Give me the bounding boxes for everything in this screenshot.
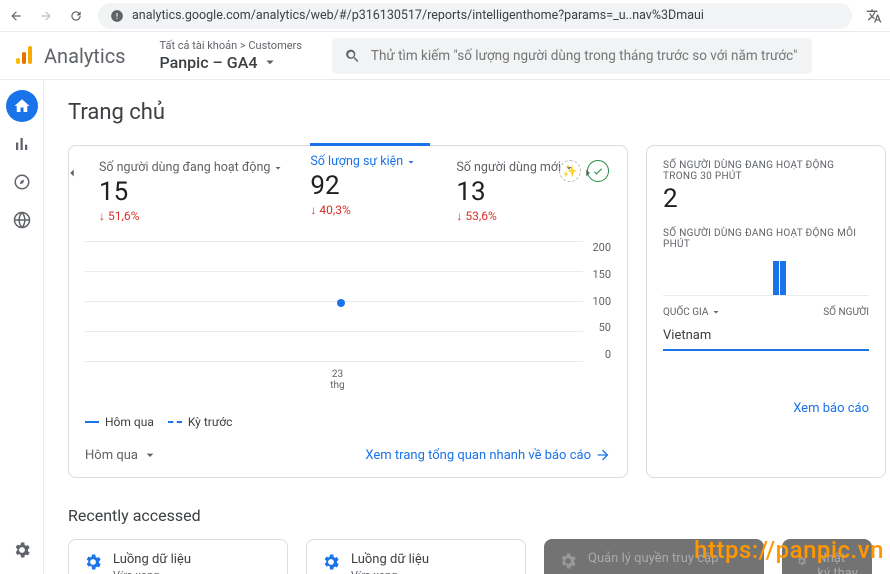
realtime-bar-chart	[663, 256, 869, 296]
gear-icon	[558, 551, 578, 571]
metric-active-users[interactable]: Số người dùng đang hoạt động 15 ↓ 51,6%	[99, 160, 284, 223]
forward-button[interactable]	[38, 8, 54, 24]
date-range-selector[interactable]: Hôm qua	[85, 447, 158, 463]
nav-explore[interactable]	[6, 166, 38, 198]
chart-legend: Hôm qua Kỳ trước	[85, 415, 611, 429]
search-bar[interactable]	[332, 38, 812, 74]
nav-home[interactable]	[6, 90, 38, 122]
recent-card[interactable]: Luồng dữ liệuVừa xong	[306, 539, 526, 574]
arrow-right-icon	[595, 447, 611, 463]
nav-admin[interactable]	[6, 534, 38, 566]
recently-accessed-title: Recently accessed	[68, 506, 890, 525]
realtime-card: SỐ NGƯỜI DÙNG ĐANG HOẠT ĐỘNG TRONG 30 PH…	[646, 145, 886, 478]
metrics-prev[interactable]	[63, 164, 81, 182]
site-info-icon	[110, 9, 124, 23]
address-bar[interactable]: analytics.google.com/analytics/web/#/p31…	[98, 3, 852, 29]
chevron-down-icon	[272, 162, 284, 174]
url-text: analytics.google.com/analytics/web/#/p31…	[132, 8, 704, 23]
app-header: Analytics Tất cả tài khoản > Customers P…	[0, 32, 890, 80]
translate-icon[interactable]	[866, 8, 882, 24]
realtime-view-link[interactable]: Xem báo cáo	[663, 401, 869, 416]
watermark-text: https://panpic.vn	[694, 536, 890, 564]
analytics-logo[interactable]: Analytics	[12, 44, 126, 68]
view-report-link[interactable]: Xem trang tổng quan nhanh về báo cáo	[365, 447, 611, 463]
account-breadcrumb: Tất cả tài khoản > Customers	[160, 39, 302, 52]
country-column[interactable]: QUỐC GIA	[663, 306, 722, 318]
browser-toolbar: analytics.google.com/analytics/web/#/p31…	[0, 0, 890, 32]
status-ok-icon[interactable]	[587, 160, 609, 182]
nav-reports[interactable]	[6, 128, 38, 160]
page-title: Trang chủ	[68, 100, 890, 125]
search-input[interactable]	[371, 48, 800, 64]
back-button[interactable]	[8, 8, 24, 24]
analytics-icon	[12, 44, 36, 68]
sidebar	[0, 80, 44, 574]
chevron-down-icon	[261, 53, 279, 71]
metric-event-count[interactable]: Số lượng sự kiện 92 ↓ 40,3%	[310, 143, 430, 217]
gear-icon	[321, 552, 341, 572]
gear-icon	[83, 552, 103, 572]
overview-card: Số người dùng đang hoạt động 15 ↓ 51,6% …	[68, 145, 628, 478]
country-row[interactable]: Vietnam	[663, 328, 869, 351]
reload-button[interactable]	[68, 8, 84, 24]
main-content: Trang chủ Số người dùng đang hoạt động 1…	[44, 80, 890, 574]
insights-icon[interactable]: ✨	[559, 160, 581, 182]
app-name: Analytics	[44, 44, 126, 68]
search-icon	[344, 47, 361, 65]
property-switcher[interactable]: Tất cả tài khoản > Customers Panpic – GA…	[160, 39, 302, 71]
recent-card[interactable]: Luồng dữ liệuVừa xong	[68, 539, 288, 574]
chevron-down-icon	[405, 156, 417, 168]
line-chart: 200150100500 23thg	[85, 241, 611, 391]
chevron-down-icon	[142, 447, 158, 463]
nav-advertising[interactable]	[6, 204, 38, 236]
property-name: Panpic – GA4	[160, 53, 302, 72]
chevron-down-icon	[710, 306, 722, 318]
